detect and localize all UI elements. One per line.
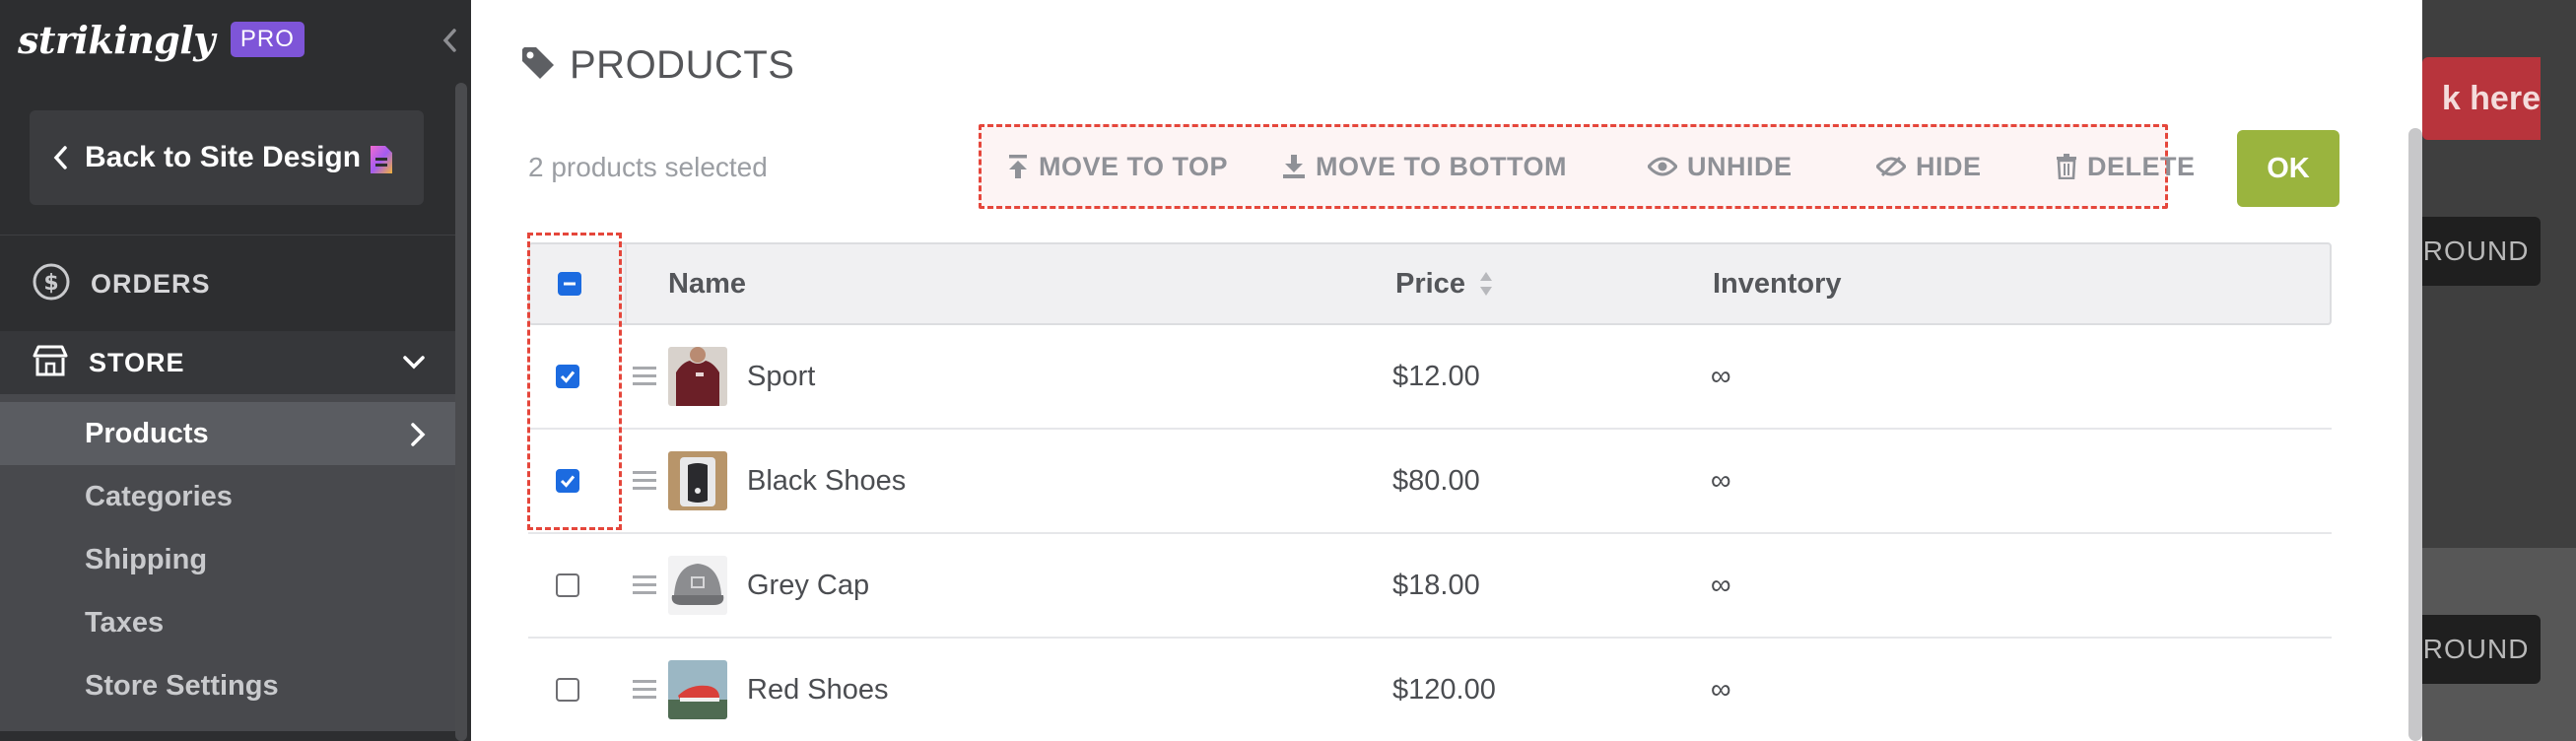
unhide-button[interactable]: UNHIDE	[1648, 127, 1793, 206]
column-header-inventory[interactable]: Inventory	[1713, 244, 1842, 323]
sidebar-item-products[interactable]: Products	[0, 402, 455, 465]
chevron-down-icon	[402, 351, 426, 379]
delete-button[interactable]: DELETE	[2056, 127, 2196, 206]
drag-handle-icon[interactable]	[633, 367, 656, 386]
bg-fragment: GROUND	[2422, 634, 2530, 664]
move-to-top-label: MOVE TO TOP	[1039, 151, 1229, 181]
drag-handle-icon[interactable]	[633, 575, 656, 595]
back-to-site-design-button[interactable]: Back to Site Design	[30, 110, 424, 205]
sidebar-item-label: Taxes	[85, 606, 165, 639]
product-price: $18.00	[1392, 569, 1480, 601]
store-subnav: Products Categories Shipping Taxes Store…	[0, 394, 455, 731]
move-to-bottom-button[interactable]: MOVE TO BOTTOM	[1282, 127, 1567, 206]
column-header-price-label: Price	[1395, 267, 1465, 300]
sidebar-item-orders[interactable]: $ ORDERS	[32, 256, 211, 311]
product-name: Red Shoes	[747, 673, 889, 706]
download-icon	[1283, 155, 1305, 178]
delete-label: DELETE	[2087, 151, 2196, 181]
table-row[interactable]: Black Shoes $80.00 ∞	[528, 430, 2332, 534]
hide-label: HIDE	[1916, 151, 1982, 181]
modal-scrollbar[interactable]	[2408, 128, 2422, 741]
modal-title: PRODUCTS	[520, 43, 794, 88]
trash-icon	[2057, 154, 2076, 179]
column-divider	[625, 244, 627, 323]
sidebar-item-store[interactable]: STORE	[0, 331, 455, 394]
sidebar-item-shipping[interactable]: Shipping	[0, 528, 455, 591]
products-modal: PRODUCTS 2 products selected MOVE TO TOP…	[471, 0, 2422, 741]
move-to-top-icon	[1009, 155, 1027, 178]
store-label: STORE	[89, 347, 185, 377]
backdrop-cta-button: k here	[2422, 57, 2541, 140]
hide-button[interactable]: HIDE	[1876, 127, 1982, 206]
column-header-name[interactable]: Name	[668, 244, 746, 323]
drag-handle-icon[interactable]	[633, 471, 656, 491]
sidebar: strikingly PRO Back to Site Design $ ORD…	[0, 0, 471, 741]
logo: strikingly PRO	[18, 14, 305, 65]
row-checkbox[interactable]	[556, 678, 579, 702]
column-header-price[interactable]: Price	[1395, 244, 1493, 323]
sidebar-item-label: Shipping	[85, 543, 208, 575]
chevron-left-icon	[53, 146, 67, 169]
svg-text:$: $	[43, 271, 58, 296]
pro-badge: PRO	[230, 22, 305, 57]
logo-text: strikingly	[18, 17, 215, 62]
eye-icon	[1648, 157, 1677, 176]
product-name: Sport	[747, 360, 816, 392]
sidebar-item-label: Products	[85, 417, 209, 449]
sidebar-item-categories[interactable]: Categories	[0, 465, 455, 528]
move-to-top-button[interactable]: MOVE TO TOP	[1007, 127, 1228, 206]
cta-fragment: k here	[2441, 79, 2541, 117]
sidebar-item-taxes[interactable]: Taxes	[0, 591, 455, 654]
page-doc-icon	[369, 144, 394, 180]
sidebar-item-label: Store Settings	[85, 669, 279, 702]
sidebar-item-label: Categories	[85, 480, 233, 512]
dollar-circle-icon: $	[32, 262, 71, 306]
eye-slash-icon	[1876, 156, 1906, 177]
store-icon	[32, 344, 69, 382]
product-thumbnail	[668, 660, 727, 719]
sidebar-item-store-settings[interactable]: Store Settings	[0, 654, 455, 717]
product-inventory: ∞	[1711, 360, 1731, 392]
collapse-sidebar-icon[interactable]	[439, 24, 460, 57]
sort-icon	[1479, 270, 1493, 298]
table-header: Name Price Inventory	[528, 242, 2332, 325]
backdrop-background-button: GROUND	[2422, 615, 2541, 684]
product-inventory: ∞	[1711, 673, 1731, 706]
product-thumbnail	[668, 556, 727, 615]
product-inventory: ∞	[1711, 464, 1731, 497]
row-checkbox[interactable]	[556, 573, 579, 597]
back-label: Back to Site Design	[85, 141, 362, 173]
ok-button[interactable]: OK	[2237, 130, 2339, 207]
backdrop-background-button: GROUND	[2422, 217, 2541, 286]
product-price: $80.00	[1392, 464, 1480, 497]
orders-label: ORDERS	[91, 268, 211, 299]
product-price: $120.00	[1392, 673, 1496, 706]
sidebar-scrollbar[interactable]	[455, 83, 467, 741]
product-price: $12.00	[1392, 360, 1480, 392]
bulk-action-toolbar: MOVE TO TOP MOVE TO BOTTOM UNHIDE HIDE D…	[979, 124, 2195, 209]
table-row[interactable]: Red Shoes $120.00 ∞	[528, 639, 2332, 741]
chevron-right-icon	[410, 422, 426, 454]
product-thumbnail	[668, 347, 727, 406]
table-row[interactable]: Sport $12.00 ∞	[528, 325, 2332, 430]
product-thumbnail	[668, 451, 727, 510]
sidebar-divider	[0, 235, 455, 236]
table-row[interactable]: Grey Cap $18.00 ∞	[528, 534, 2332, 639]
selection-highlight	[527, 233, 622, 530]
selection-count: 2 products selected	[528, 152, 768, 182]
product-name: Grey Cap	[747, 569, 870, 601]
product-inventory: ∞	[1711, 569, 1731, 601]
drag-handle-icon[interactable]	[633, 680, 656, 700]
tag-icon	[520, 45, 556, 86]
bg-fragment: GROUND	[2422, 236, 2530, 266]
page-title: PRODUCTS	[570, 43, 795, 87]
unhide-label: UNHIDE	[1687, 151, 1793, 181]
move-to-bottom-label: MOVE TO BOTTOM	[1316, 151, 1568, 181]
product-name: Black Shoes	[747, 464, 907, 497]
